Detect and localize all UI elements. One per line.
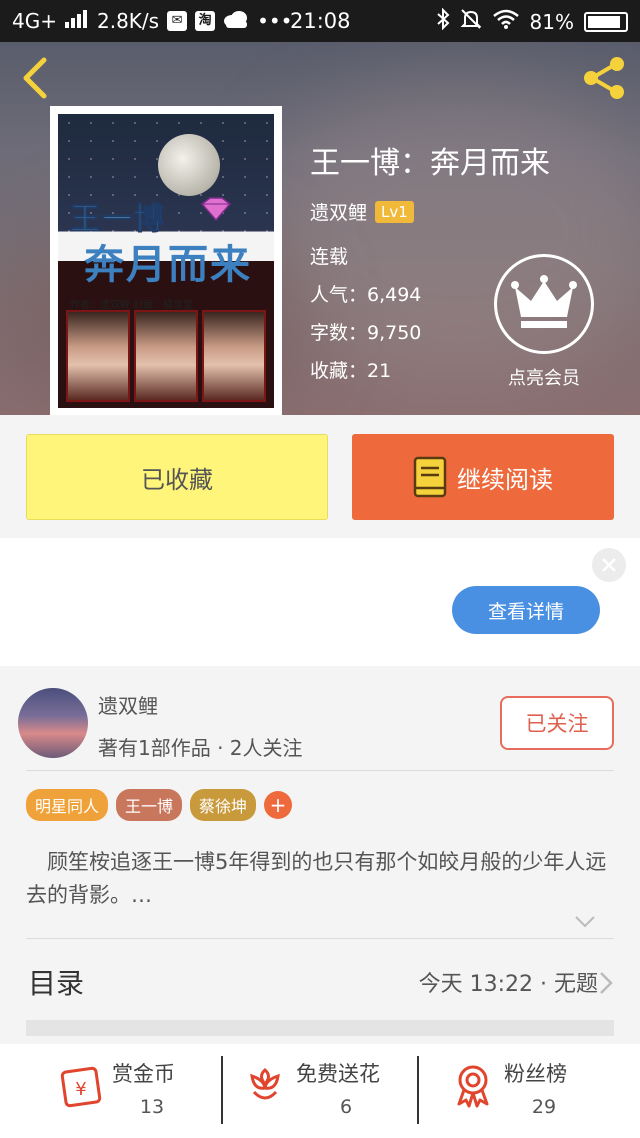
moon-illustration <box>158 134 220 196</box>
book-word-count: 字数：9,750 <box>310 322 422 344</box>
notification-app-icon: ✉ <box>167 11 188 31</box>
book-author[interactable]: 遗双鲤 <box>310 198 367 225</box>
network-speed: 2.8K/s <box>96 9 160 33</box>
cloud-icon <box>223 9 249 33</box>
continue-reading-label: 继续阅读 <box>457 465 553 494</box>
medal-icon <box>457 1065 489 1108</box>
divider <box>26 938 614 939</box>
chevron-right-icon <box>600 972 613 994</box>
ad-close-button[interactable] <box>592 548 626 582</box>
mute-icon <box>460 8 482 35</box>
book-icon <box>413 456 447 498</box>
battery-icon <box>584 11 628 32</box>
add-tag-button[interactable]: + <box>264 791 293 819</box>
back-button[interactable] <box>16 56 56 100</box>
vip-label: 点亮会员 <box>508 368 580 389</box>
view-details-button[interactable]: 查看详情 <box>452 586 600 634</box>
reward-coin-label: 赏金币 <box>112 1062 175 1086</box>
fan-ranking-button[interactable]: 粉丝榜 29 <box>450 1052 590 1128</box>
book-description: 顾笙桉追逐王一博5年得到的也只有那个如皎月般的少年人远去的背影。… <box>26 850 607 907</box>
author-avatar[interactable] <box>18 688 88 758</box>
reward-coin-button[interactable]: ¥ 赏金币 13 <box>58 1052 208 1128</box>
reward-coin-count: 13 <box>139 1096 165 1118</box>
author-meta: 著有1部作品 · 2人关注 <box>98 736 303 760</box>
tag-item[interactable]: 蔡徐坤 <box>190 789 257 821</box>
divider <box>417 1056 419 1124</box>
divider <box>26 770 614 771</box>
diamond-icon <box>200 197 232 222</box>
tag-list: 明星同人 王一博 蔡徐坤 + <box>26 789 293 821</box>
vip-button[interactable] <box>494 254 594 354</box>
book-title: 王一博：奔月而来 <box>310 146 550 181</box>
book-status: 连载 <box>310 246 349 268</box>
send-flower-button[interactable]: 免费送花 6 <box>242 1052 402 1128</box>
fan-ranking-count: 29 <box>531 1096 557 1118</box>
book-cover[interactable]: 王一博 奔月而来 作者：遗双鲤 封面：橘宝宝 <box>50 106 282 415</box>
wifi-icon <box>492 9 520 34</box>
divider <box>221 1056 223 1124</box>
share-icon <box>584 57 624 99</box>
latest-chapter: 今天 13:22 · 无题 <box>418 972 598 997</box>
book-favorites: 收藏：21 <box>310 360 392 382</box>
bluetooth-icon <box>436 7 450 35</box>
author-level-badge: Lv1 <box>375 200 414 223</box>
taobao-icon: 淘 <box>195 11 216 31</box>
expand-description-button[interactable] <box>572 908 598 934</box>
status-time: 21:08 <box>290 9 351 33</box>
book-header: 王一博 奔月而来 作者：遗双鲤 封面：橘宝宝 王一博：奔月而来 遗双鲤 Lv1 … <box>0 42 640 415</box>
signal-icon <box>64 9 89 33</box>
close-icon <box>602 558 616 572</box>
flower-icon <box>250 1068 280 1100</box>
section-separator <box>26 1020 614 1036</box>
tag-item[interactable]: 王一博 <box>116 789 183 821</box>
svg-text:¥: ¥ <box>75 1079 86 1100</box>
status-bar: 4G+ 2.8K/s ✉ 淘 ••• 21:08 81% <box>0 0 640 42</box>
cover-credits: 作者：遗双鲤 封面：橘宝宝 <box>70 300 194 311</box>
more-notifications-icon: ••• <box>257 9 293 33</box>
continue-reading-button[interactable]: 继续阅读 <box>352 434 614 520</box>
toc-label: 目录 <box>28 967 85 1000</box>
fan-ranking-label: 粉丝榜 <box>504 1062 567 1086</box>
chevron-left-icon <box>23 57 47 99</box>
follow-button[interactable]: 已关注 <box>500 696 614 750</box>
cover-photos <box>66 310 266 402</box>
crown-icon <box>511 275 577 328</box>
book-popularity: 人气：6,494 <box>310 284 422 306</box>
share-button[interactable] <box>580 54 628 102</box>
tag-item[interactable]: 明星同人 <box>26 789 109 821</box>
send-flower-count: 6 <box>339 1096 353 1118</box>
battery-percent: 81% <box>529 9 574 34</box>
send-flower-label: 免费送花 <box>296 1062 380 1086</box>
cover-title-main: 奔月而来 <box>84 242 252 288</box>
collected-button[interactable]: 已收藏 <box>26 434 328 520</box>
chevron-down-icon <box>575 916 595 928</box>
reward-coin-icon: ¥ <box>60 1066 102 1108</box>
author-name[interactable]: 遗双鲤 <box>98 690 158 719</box>
network-indicator: 4G+ <box>12 9 57 33</box>
